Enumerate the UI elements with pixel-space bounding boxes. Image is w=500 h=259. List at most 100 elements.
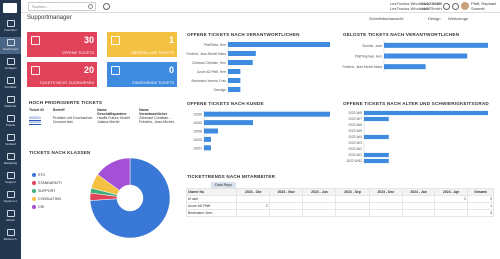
table-cell: 1 [466, 202, 495, 210]
history-icon[interactable] [103, 3, 110, 10]
priority-table: Ticket ID Betreff Name Geschäftspartner … [28, 108, 178, 124]
chart-bar[interactable] [384, 42, 488, 48]
chart-bar[interactable] [204, 136, 211, 142]
chart-bar[interactable] [364, 134, 389, 140]
category-label: 2023 W/4 [348, 135, 362, 139]
card-overdue-tickets[interactable]: 1 ÜBERFÄLLIGE TICKETS [107, 32, 177, 57]
col-header[interactable]: Name Verantwortlicher [138, 108, 178, 116]
col-header[interactable]: Betreff [52, 108, 96, 116]
legend-item[interactable]: STO [32, 173, 45, 177]
chart-bar[interactable] [384, 53, 468, 59]
table-cell [236, 209, 270, 217]
table-cell [335, 202, 370, 210]
user-info[interactable]: Pfaff, Raphael Summit [471, 1, 496, 11]
chart-bar[interactable] [204, 111, 330, 117]
table-cell [368, 202, 403, 210]
search-placeholder: Suchen... [32, 4, 49, 9]
search-icon[interactable] [88, 4, 93, 9]
open-tickets-by-owner-chart[interactable]: Pfaff Beta, Herr Frédéric, Jean-Michel Ma… [186, 38, 336, 98]
col-header[interactable]: Owner No [185, 188, 238, 196]
chart-bar[interactable] [228, 60, 253, 65]
chart-bar[interactable] [228, 69, 241, 74]
legend-item[interactable]: SUPPORT [32, 189, 55, 193]
category-label: 2022 W/52 [347, 159, 363, 163]
sidebar-item-label: Verkauf [5, 142, 16, 146]
sidebar-item-kontakte[interactable]: Kontakte [0, 75, 21, 92]
table-cell [236, 195, 270, 203]
design-link[interactable]: Design [428, 16, 440, 21]
classes-pie-chart[interactable] [88, 156, 172, 240]
table-cell [268, 202, 304, 210]
chart-bar[interactable] [364, 116, 389, 122]
sidebar-item-system-h-[interactable]: System H. [0, 189, 21, 206]
table-cell [302, 202, 337, 210]
col-header[interactable]: Name Geschäftspartner [96, 108, 138, 116]
card-incoming-tickets[interactable]: 0 EINGEHENDE TICKETS [107, 62, 177, 87]
chart-title: GELOSTE TICKETS NACH VERANTWORTLICHEN [343, 32, 460, 37]
sidebar-item-favoriten[interactable]: Favoriten [0, 18, 21, 35]
col-header[interactable]: Ticket ID [28, 108, 52, 116]
legend-item[interactable]: CONSULTING [32, 197, 61, 201]
priority-title: HOCH PRIORISIERTE TICKETS [29, 100, 103, 105]
chart-bar[interactable] [364, 158, 389, 164]
ticket-link[interactable]: 000002 [29, 120, 41, 124]
chart-bar[interactable] [204, 145, 211, 151]
open-tickets-by-customer-chart[interactable]: 10199 10245 10008 10015 10001 [186, 108, 336, 168]
chart-bar[interactable] [228, 87, 241, 92]
sidebar-item-marketing[interactable]: Marketing [0, 151, 21, 168]
sidebar-item-kalender[interactable]: Kalender [0, 94, 21, 111]
search-input[interactable]: Suchen... [28, 2, 96, 11]
chart-bar[interactable] [228, 78, 241, 83]
table-cell [368, 209, 403, 217]
sidebar-item-vorlagen[interactable]: Vorlagen [0, 56, 21, 73]
col-header[interactable]: 2023 - Dez [368, 188, 403, 196]
avatar[interactable] [461, 2, 469, 10]
table-cell [302, 195, 337, 203]
chart-bar[interactable] [364, 110, 488, 116]
card-label: EINGEHENDE TICKETS [132, 81, 174, 85]
resolved-tickets-by-owner-chart[interactable]: Sumner, Juan Pfaff Raphael, Herr Frédéric,… [342, 38, 494, 98]
sidebar-item-label: Admin [6, 218, 15, 222]
notification-icon[interactable] [452, 3, 459, 10]
sidebar-item-tickets[interactable]: Tickets [0, 113, 21, 130]
chart-bar[interactable] [228, 51, 256, 56]
table-cell: Drumnd test [53, 120, 73, 124]
category-label: 2023 W/5 [348, 129, 362, 133]
star-icon [6, 20, 15, 27]
sidebar-item-label: Favoriten [4, 28, 17, 32]
open-tickets-by-age-chart[interactable]: 2023 W/8 2023 W/7 2023 W/6 2023 W/5 2023 W/4… [342, 108, 494, 168]
legend-item[interactable]: STANDARD/TI [32, 181, 62, 185]
sidebar-item-verkauf[interactable]: Verkauf [0, 132, 21, 149]
table-row[interactable]: M user 1 2 [185, 195, 495, 203]
legend-label: STANDARD/TI [38, 181, 62, 185]
legend-item[interactable]: CRI [32, 205, 44, 209]
sidebar-item-admin[interactable]: Admin [0, 208, 21, 225]
chart-bar[interactable] [228, 42, 330, 47]
sidebar-item-dashboard[interactable]: Dashboard [0, 37, 21, 54]
table-row[interactable]: Brinkmann Vere... 3 [185, 209, 495, 217]
help-icon[interactable] [443, 3, 450, 10]
table-row[interactable]: 000002 Drumnd test Juliana Merfel Frédér… [28, 120, 178, 124]
sidebar-item-weitere-a-[interactable]: Weitere A. [0, 227, 21, 244]
table-row[interactable]: Azure AD Pfaff 2 1 [185, 202, 495, 210]
sidebar-item-label: System H. [3, 199, 18, 203]
chart-bar[interactable] [204, 128, 218, 134]
col-header[interactable]: 2023 - Okt [236, 188, 270, 196]
col-header[interactable]: 2023 - Nov [268, 188, 304, 196]
sidebar-item-support[interactable]: Support [0, 170, 21, 187]
desk-view-link[interactable]: Schreibtischansicht [369, 16, 403, 21]
col-header[interactable]: 2024 - Jan [401, 188, 436, 196]
chart-bar[interactable] [204, 120, 253, 126]
chart-bar[interactable] [384, 64, 426, 70]
app-logo-icon[interactable] [3, 3, 17, 13]
col-header[interactable]: Gesamt [466, 188, 495, 196]
tools-link[interactable]: Werkzeuge [448, 16, 468, 21]
col-header[interactable]: 2023 - Jun [302, 188, 337, 196]
col-header[interactable]: 2024 - Apr [434, 188, 468, 196]
card-unassigned-tickets[interactable]: 20 TICKETS NICHT ZUGEWIESEN [27, 62, 97, 87]
table-cell: M user [185, 195, 238, 203]
chart-bar[interactable] [364, 152, 389, 158]
card-open-tickets[interactable]: 30 OFFENE TICKETS [27, 32, 97, 57]
col-header[interactable]: 2023 - Sep [335, 188, 370, 196]
legend-label: STO [38, 173, 46, 177]
